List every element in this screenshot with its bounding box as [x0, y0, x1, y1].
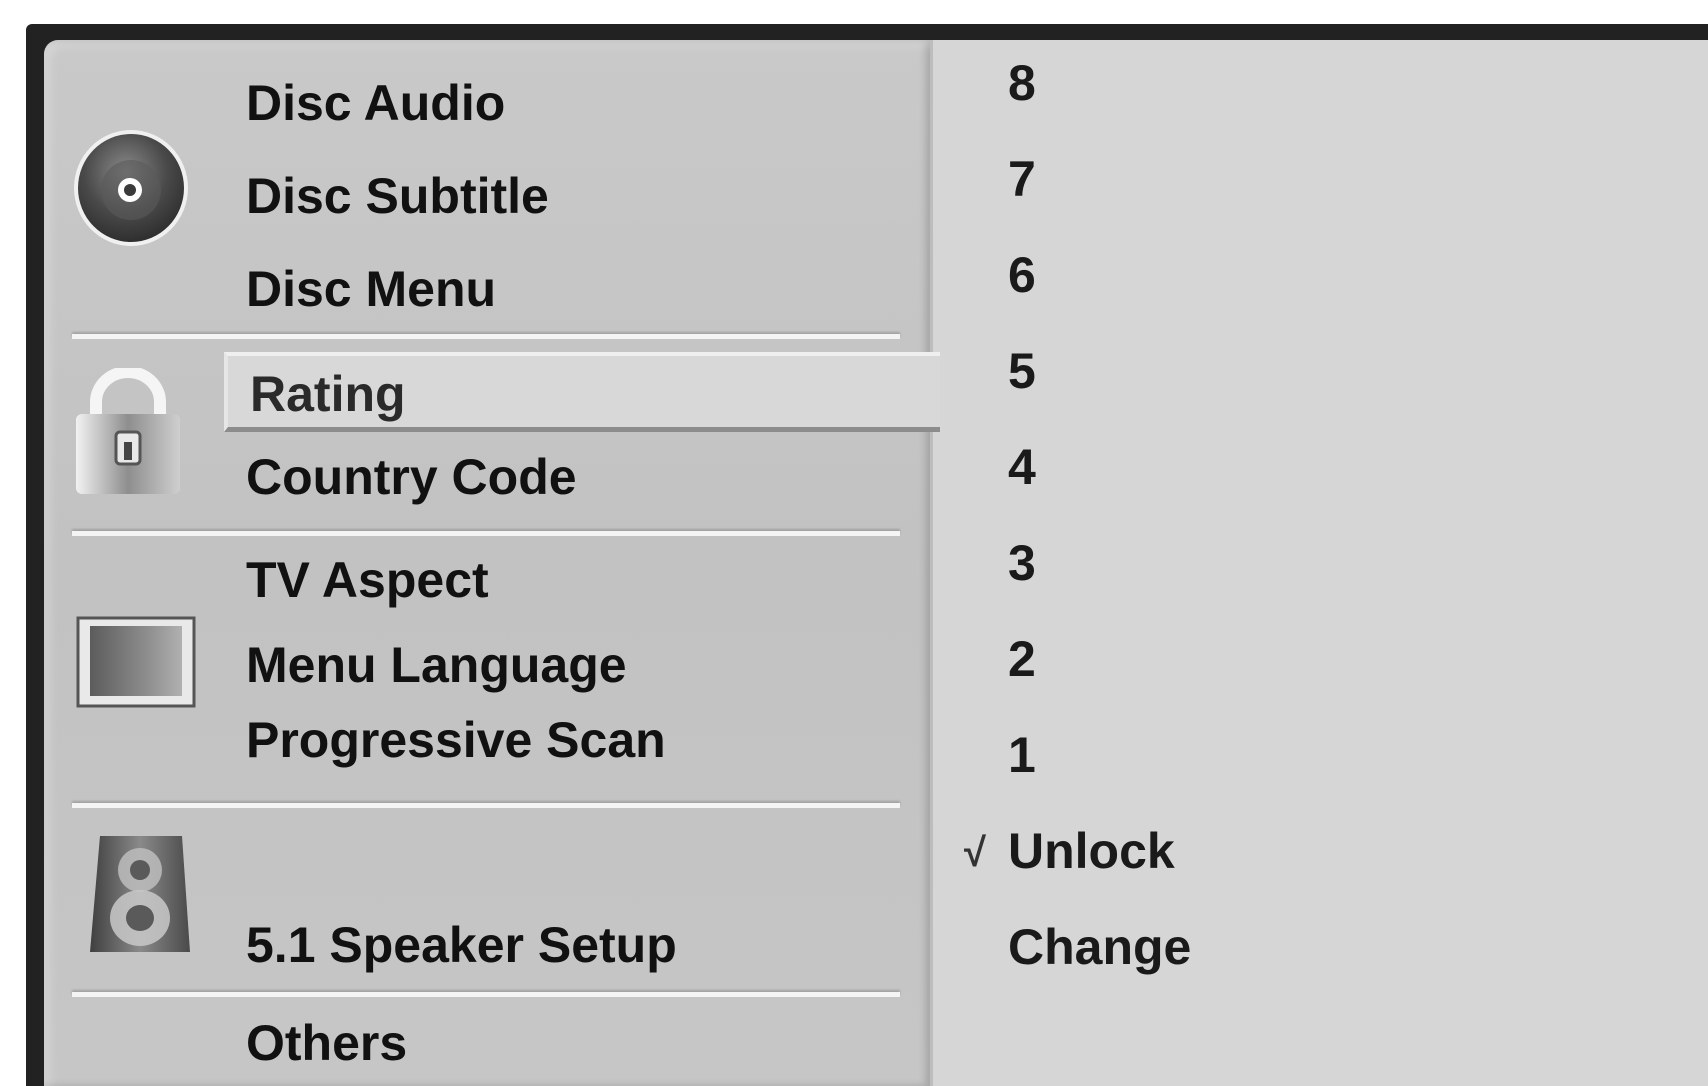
section-divider	[72, 531, 900, 536]
menu-item-country-code[interactable]: Country Code	[246, 452, 577, 502]
tv-screen-icon	[76, 616, 196, 708]
menu-item-disc-menu[interactable]: Disc Menu	[246, 264, 496, 314]
rating-option-2[interactable]: 2	[1008, 634, 1036, 684]
rating-option-4[interactable]: 4	[1008, 442, 1036, 492]
rating-option-8[interactable]: 8	[1008, 58, 1036, 108]
rating-label: Rating	[250, 366, 406, 422]
padlock-icon	[72, 366, 184, 496]
rating-option-1[interactable]: 1	[1008, 730, 1036, 780]
menu-item-rating[interactable]: Rating	[224, 352, 940, 432]
menu-item-menu-language[interactable]: Menu Language	[246, 640, 627, 690]
rating-option-7[interactable]: 7	[1008, 154, 1036, 204]
disc-icon	[72, 128, 190, 248]
menu-item-progressive-scan[interactable]: Progressive Scan	[246, 715, 666, 765]
section-divider	[72, 992, 900, 997]
menu-item-tv-aspect[interactable]: TV Aspect	[246, 555, 489, 605]
menu-item-disc-subtitle[interactable]: Disc Subtitle	[246, 171, 549, 221]
menu-item-disc-audio[interactable]: Disc Audio	[246, 78, 505, 128]
checkmark-icon: √	[964, 831, 986, 875]
menu-item-speaker-setup[interactable]: 5.1 Speaker Setup	[246, 920, 677, 970]
rating-option-6[interactable]: 6	[1008, 250, 1036, 300]
rating-option-unlock[interactable]: Unlock	[1008, 826, 1175, 876]
rating-option-3[interactable]: 3	[1008, 538, 1036, 588]
menu-item-others[interactable]: Others	[246, 1018, 407, 1068]
section-divider	[72, 803, 900, 808]
speaker-icon	[86, 834, 196, 954]
rating-option-change[interactable]: Change	[1008, 922, 1191, 972]
section-divider	[72, 334, 900, 339]
rating-option-5[interactable]: 5	[1008, 346, 1036, 396]
